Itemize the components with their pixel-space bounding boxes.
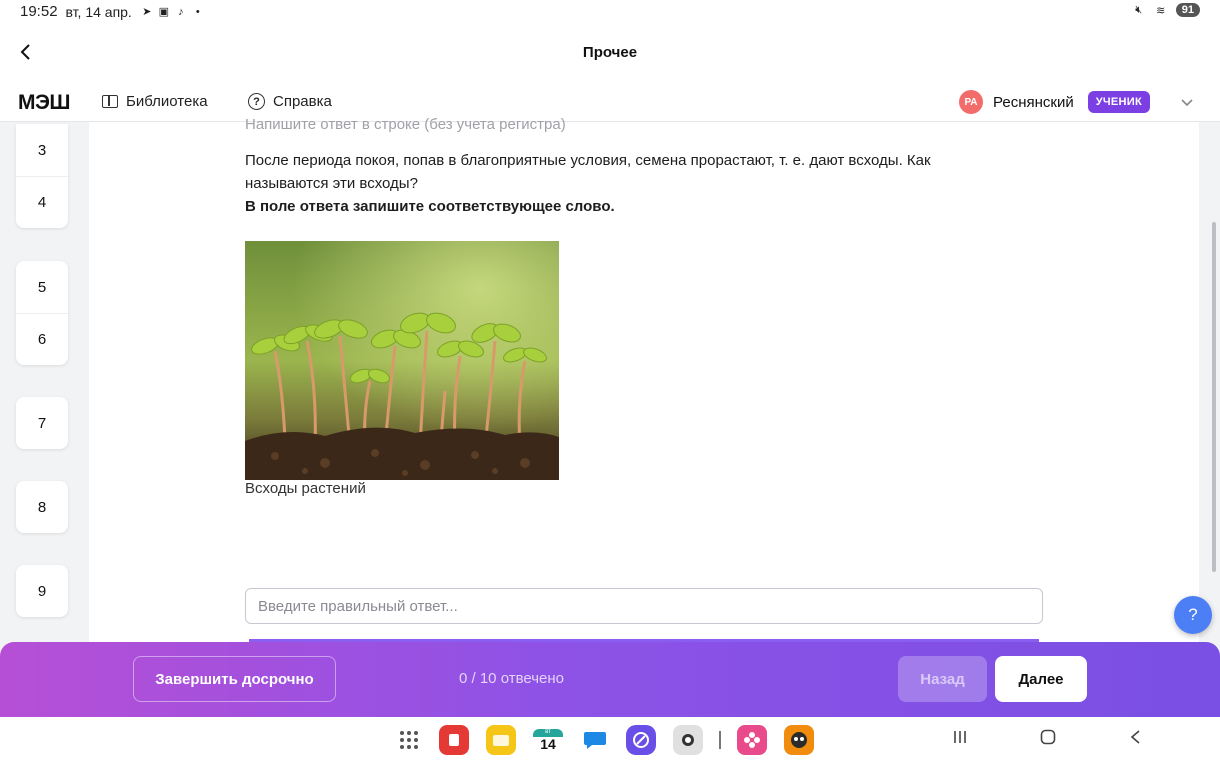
question-number[interactable]: 9 bbox=[16, 565, 68, 617]
notification-icons: ➤ ▣ ♪ • bbox=[140, 5, 205, 19]
nav-help[interactable]: ? Справка bbox=[248, 93, 332, 110]
status-time: 19:52 bbox=[20, 3, 58, 20]
avatar: РА bbox=[959, 90, 984, 114]
role-badge: УЧЕНИК bbox=[1087, 91, 1150, 113]
question-instruction: В поле ответа запишите соответствующее с… bbox=[245, 198, 615, 215]
calendar-app-icon[interactable]: вт 14 bbox=[533, 725, 563, 755]
page-title: Прочее bbox=[582, 44, 638, 61]
question-number[interactable]: 4 bbox=[16, 176, 68, 228]
question-nav-group: 9 bbox=[16, 565, 68, 617]
tiktok-icon: ♪ bbox=[178, 5, 184, 18]
help-circle-icon: ? bbox=[248, 93, 265, 110]
status-bar: 19:52 вт, 14 апр. ➤ ▣ ♪ • 🔇︎ ≋ 91 bbox=[0, 0, 1220, 24]
mute-icon: 🔇︎ bbox=[1135, 3, 1143, 16]
calendar-day: 14 bbox=[540, 736, 556, 752]
finish-early-button[interactable]: Завершить досрочно bbox=[133, 656, 336, 702]
question-number[interactable]: 5 bbox=[16, 261, 68, 313]
dot-icon: • bbox=[195, 5, 200, 18]
back-button-disabled[interactable]: Назад bbox=[898, 656, 987, 702]
wifi-icon: ≋ bbox=[1156, 4, 1166, 17]
messages-app-icon[interactable] bbox=[580, 725, 610, 755]
book-icon bbox=[102, 95, 118, 108]
question-card: Напишите ответ в строке (без учета регис… bbox=[89, 116, 1199, 642]
question-nav-group: 7 bbox=[16, 397, 68, 449]
app-icon: ▣ bbox=[158, 6, 170, 18]
user-menu[interactable]: РА Реснянский УЧЕНИК bbox=[959, 90, 1194, 114]
title-bar: Прочее bbox=[0, 24, 1220, 82]
app-header: МЭШ Библиотека ? Справка РА Реснянский У… bbox=[0, 82, 1220, 122]
question-number[interactable]: 7 bbox=[16, 397, 68, 449]
telegram-icon: ➤ bbox=[142, 6, 152, 18]
nav-help-label: Справка bbox=[273, 93, 332, 110]
question-number[interactable]: 8 bbox=[16, 481, 68, 533]
dock-separator bbox=[719, 731, 721, 749]
answer-input[interactable] bbox=[245, 588, 1043, 624]
answer-hint: Напишите ответ в строке (без учета регис… bbox=[245, 116, 566, 133]
chevron-down-icon[interactable] bbox=[1180, 95, 1194, 110]
system-dock: вт 14 bbox=[0, 717, 1220, 763]
camera-app-icon[interactable] bbox=[673, 725, 703, 755]
question-nav-group: 5 6 bbox=[16, 261, 68, 365]
scrollbar[interactable] bbox=[1212, 222, 1216, 572]
seedlings-image bbox=[245, 241, 559, 480]
battery-icon: 91 bbox=[1175, 3, 1200, 17]
browser-app-icon[interactable] bbox=[626, 725, 656, 755]
action-bar: Завершить досрочно 0 / 10 отвечено Назад… bbox=[0, 642, 1220, 717]
help-button[interactable]: ? bbox=[1174, 596, 1212, 634]
question-text: После периода покоя, попав в благоприятн… bbox=[245, 152, 931, 192]
gallery-app-icon[interactable] bbox=[737, 725, 767, 755]
question-nav-group: 8 bbox=[16, 481, 68, 533]
apps-grid-icon[interactable] bbox=[400, 731, 418, 749]
home-icon[interactable] bbox=[1040, 729, 1056, 750]
recent-apps-icon[interactable] bbox=[952, 729, 968, 750]
progress-counter: 0 / 10 отвечено bbox=[459, 670, 565, 687]
question-nav-group: 3 4 bbox=[16, 124, 68, 228]
mesh-logo[interactable]: МЭШ bbox=[18, 91, 71, 115]
image-caption: Всходы растений bbox=[245, 480, 366, 497]
nav-library[interactable]: Библиотека bbox=[102, 93, 208, 110]
game-app-icon[interactable] bbox=[784, 725, 814, 755]
question-number[interactable]: 3 bbox=[16, 124, 68, 176]
system-back-icon[interactable] bbox=[1128, 729, 1144, 750]
notes-app-icon[interactable] bbox=[439, 725, 469, 755]
nav-library-label: Библиотека bbox=[126, 93, 208, 110]
question-number[interactable]: 6 bbox=[16, 313, 68, 365]
files-app-icon[interactable] bbox=[486, 725, 516, 755]
user-name: Реснянский bbox=[993, 93, 1074, 111]
next-button[interactable]: Далее bbox=[995, 656, 1087, 702]
status-date: вт, 14 апр. bbox=[65, 3, 132, 20]
